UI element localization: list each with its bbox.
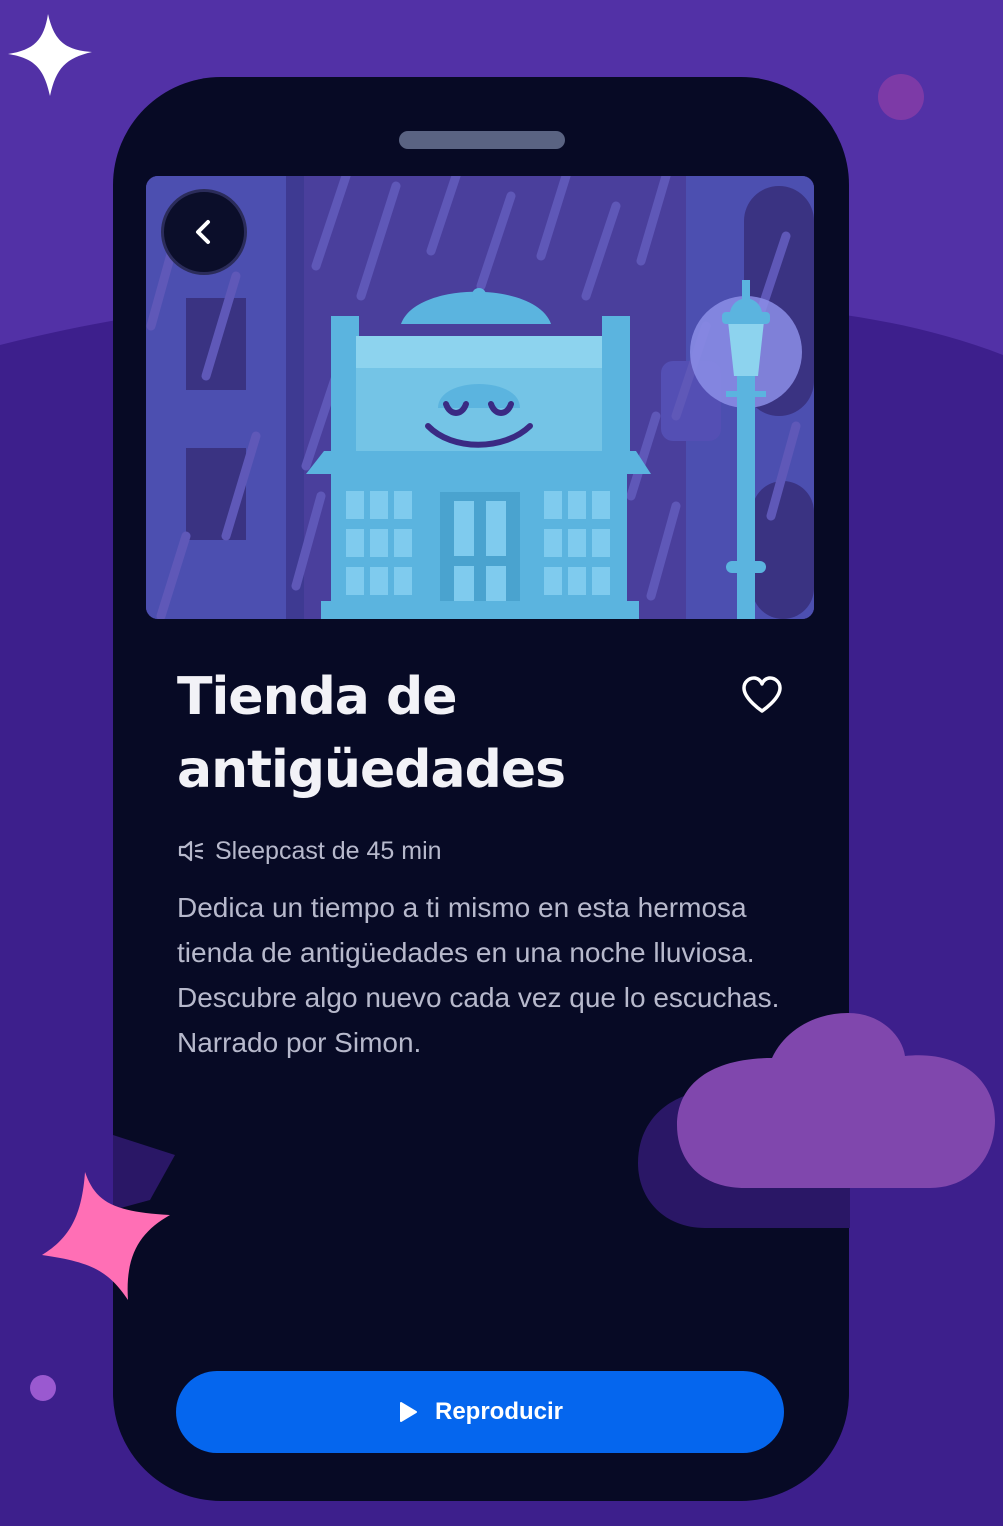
sound-icon <box>177 839 205 863</box>
small-purple-dot <box>30 1375 56 1401</box>
sleepcast-meta: Sleepcast de 45 min <box>177 833 442 869</box>
favorite-button[interactable] <box>733 669 791 721</box>
sleepcast-duration-label: Sleepcast de 45 min <box>215 836 442 865</box>
back-button[interactable] <box>161 189 247 275</box>
sleepcast-description: Dedica un tiempo a ti mismo en esta herm… <box>177 892 780 1058</box>
sleepcast-title: Tienda de antigüedades <box>177 667 566 800</box>
page-canvas: Tienda de antigüedades Sleepcast de 45 m… <box>0 0 1003 1526</box>
play-button[interactable]: Reproducir <box>176 1371 784 1453</box>
purple-dot <box>878 74 924 120</box>
sleepcast-hero-illustration <box>146 176 814 619</box>
heart-outline-icon <box>742 676 782 713</box>
play-icon <box>397 1401 419 1423</box>
phone-frame: Tienda de antigüedades Sleepcast de 45 m… <box>113 77 849 1501</box>
antique-shop-illustration <box>146 176 814 619</box>
phone-speaker <box>399 131 565 149</box>
play-button-label: Reproducir <box>434 1398 563 1425</box>
chevron-left-icon <box>196 220 210 244</box>
